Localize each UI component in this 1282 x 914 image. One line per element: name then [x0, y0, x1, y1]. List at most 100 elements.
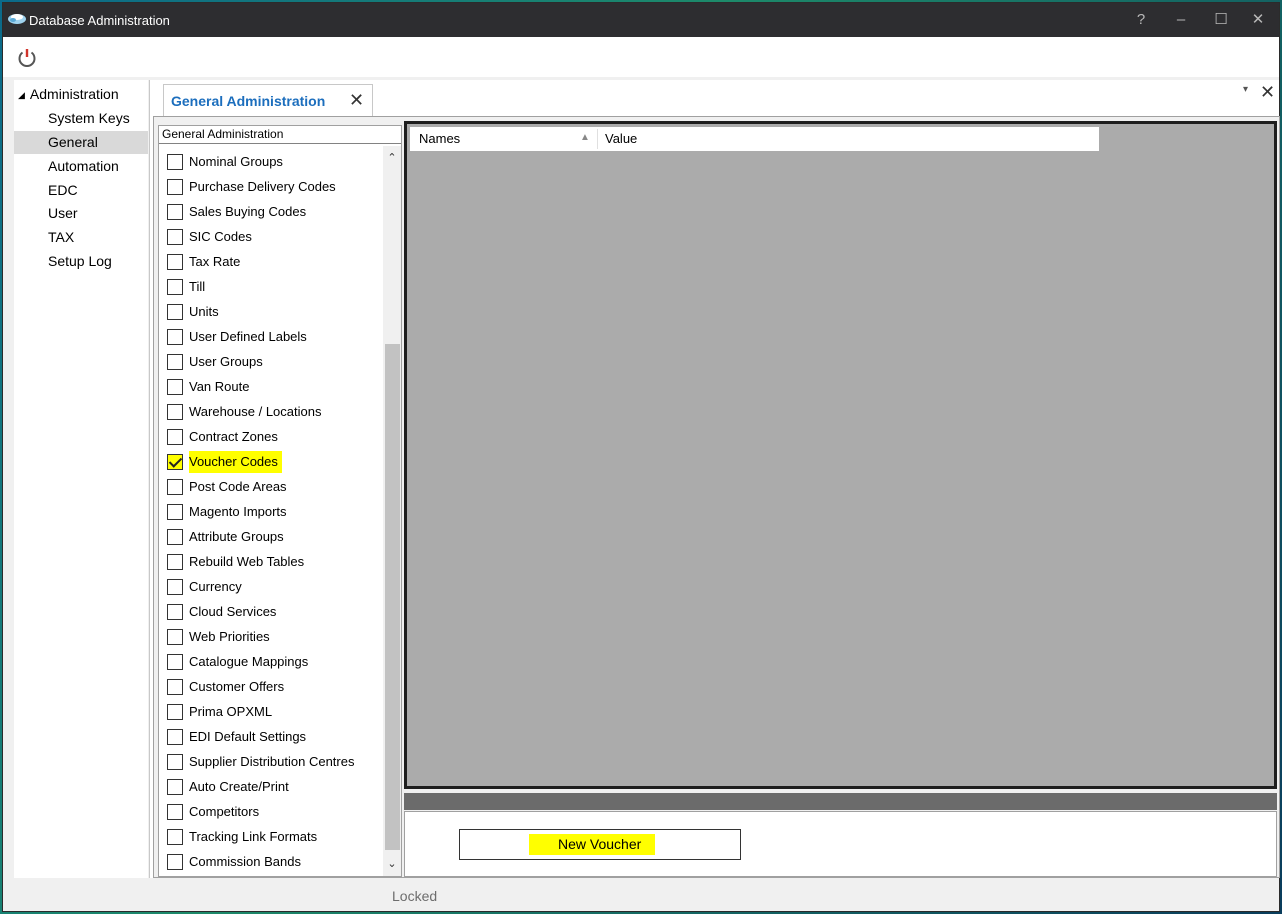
checkbox[interactable] — [167, 454, 183, 470]
power-icon[interactable] — [16, 47, 38, 69]
checkbox[interactable] — [167, 579, 183, 595]
tree-item-general[interactable]: General — [14, 131, 148, 154]
checkbox[interactable] — [167, 704, 183, 720]
checkbox[interactable] — [167, 529, 183, 545]
admin-list-panel: General Administration Nominal Groups Pur… — [158, 125, 402, 877]
list-item-label: Nominal Groups — [189, 154, 283, 169]
new-voucher-label: New Voucher — [529, 834, 656, 855]
checkbox[interactable] — [167, 404, 183, 420]
list-item-label: Magento Imports — [189, 504, 287, 519]
close-window-button[interactable]: ✕ — [1243, 9, 1273, 31]
list-item-label: Attribute Groups — [189, 529, 284, 544]
tab-close-icon[interactable]: ✕ — [349, 90, 364, 111]
checkbox[interactable] — [167, 179, 183, 195]
names-values-grid[interactable]: Names ▲ Value — [404, 121, 1277, 789]
tree-item-system-keys[interactable]: System Keys — [14, 107, 148, 130]
scroll-down-icon[interactable]: ⌄ — [383, 856, 401, 872]
checkbox[interactable] — [167, 654, 183, 670]
expand-triangle-icon[interactable]: ◢ — [18, 90, 25, 100]
list-item-label: Tax Rate — [189, 254, 241, 269]
maximize-button[interactable]: ☐ — [1206, 9, 1236, 31]
new-voucher-button[interactable]: New Voucher — [459, 829, 741, 860]
checkbox[interactable] — [167, 804, 183, 820]
tree-root-administration[interactable]: ◢ Administration — [18, 86, 119, 102]
scroll-thumb[interactable] — [385, 344, 400, 850]
list-item-label: Rebuild Web Tables — [189, 554, 305, 569]
help-button[interactable]: ? — [1126, 9, 1156, 31]
list-item-label: Customer Offers — [189, 679, 285, 694]
list-header: General Administration — [159, 126, 401, 144]
column-divider[interactable] — [597, 129, 598, 149]
list-item-label: User Defined Labels — [189, 329, 307, 344]
tree-root-label: Administration — [29, 86, 119, 102]
checkbox[interactable] — [167, 554, 183, 570]
tree-item-setup-log[interactable]: Setup Log — [14, 250, 148, 273]
list-item-label: Post Code Areas — [189, 479, 287, 494]
app-window: Database Administration ? – ☐ ✕ ◢ Adminis… — [2, 2, 1280, 912]
tab-menu-icon[interactable]: ▾ — [1243, 84, 1248, 95]
checkbox[interactable] — [167, 604, 183, 620]
toolbar — [3, 37, 1279, 77]
list-item-label: Till — [189, 279, 206, 294]
list-item-label: Purchase Delivery Codes — [189, 179, 336, 194]
workspace: General Administration ✕ ▾ ✕ General Adm… — [149, 80, 1280, 878]
checkbox[interactable] — [167, 629, 183, 645]
list-item-label: EDI Default Settings — [189, 729, 307, 744]
checkbox[interactable] — [167, 304, 183, 320]
list-item-label: SIC Codes — [189, 229, 252, 244]
checkbox[interactable] — [167, 729, 183, 745]
window-title: Database Administration — [29, 13, 170, 28]
list-item-label: Supplier Distribution Centres — [189, 754, 355, 769]
checkbox[interactable] — [167, 829, 183, 845]
list-item-label: Sales Buying Codes — [189, 204, 307, 219]
checkbox[interactable] — [167, 204, 183, 220]
tab-general-administration[interactable]: General Administration ✕ — [163, 84, 373, 116]
column-header-names[interactable]: Names — [419, 131, 460, 146]
checkbox[interactable] — [167, 329, 183, 345]
list-item-label: Tracking Link Formats — [189, 829, 318, 844]
checkbox[interactable] — [167, 479, 183, 495]
status-text: Locked — [392, 888, 438, 904]
list-item-label: Voucher Codes — [189, 451, 282, 473]
tree-item-tax[interactable]: TAX — [14, 226, 148, 249]
list-item-label: User Groups — [189, 354, 263, 369]
minimize-button[interactable]: – — [1166, 9, 1196, 31]
list-item-label: Web Priorities — [189, 629, 270, 644]
checkbox[interactable] — [167, 154, 183, 170]
list-item-label: Commission Bands — [189, 854, 301, 869]
title-bar: Database Administration ? – ☐ ✕ — [3, 3, 1279, 37]
list-item-label: Auto Create/Print — [189, 779, 289, 794]
close-all-tabs-icon[interactable]: ✕ — [1260, 82, 1275, 103]
checkbox[interactable] — [167, 279, 183, 295]
tab-label: General Administration — [171, 93, 326, 109]
tree-item-automation[interactable]: Automation — [14, 155, 148, 178]
action-panel: New Voucher — [404, 811, 1277, 877]
checkbox[interactable] — [167, 754, 183, 770]
checkbox[interactable] — [167, 854, 183, 870]
list-item-label: Cloud Services — [189, 604, 277, 619]
tree-item-user[interactable]: User — [14, 202, 148, 225]
grid-column-header: Names ▲ Value — [410, 127, 1099, 151]
checkbox[interactable] — [167, 254, 183, 270]
admin-tree: ◢ Administration System Keys General Auto… — [14, 80, 148, 878]
list-scrollbar[interactable]: ⌃ ⌄ — [383, 146, 401, 876]
scroll-up-icon[interactable]: ⌃ — [383, 150, 401, 166]
panel-splitter[interactable] — [404, 793, 1277, 810]
checkbox[interactable] — [167, 354, 183, 370]
checkbox[interactable] — [167, 504, 183, 520]
checkbox[interactable] — [167, 429, 183, 445]
list-item-label: Van Route — [189, 379, 250, 394]
checkbox[interactable] — [167, 379, 183, 395]
sort-ascending-icon: ▲ — [580, 132, 590, 143]
status-bar: Locked — [3, 879, 1279, 911]
list-item-label: Contract Zones — [189, 429, 278, 444]
checkbox[interactable] — [167, 229, 183, 245]
tab-content: General Administration Nominal Groups Pur… — [153, 116, 1280, 878]
checkbox[interactable] — [167, 779, 183, 795]
list-item-label: Competitors — [189, 804, 260, 819]
column-header-value[interactable]: Value — [605, 131, 637, 146]
tree-item-edc[interactable]: EDC — [14, 179, 148, 202]
checkbox[interactable] — [167, 679, 183, 695]
list-item-label: Currency — [189, 579, 242, 594]
database-app-icon — [8, 14, 26, 24]
